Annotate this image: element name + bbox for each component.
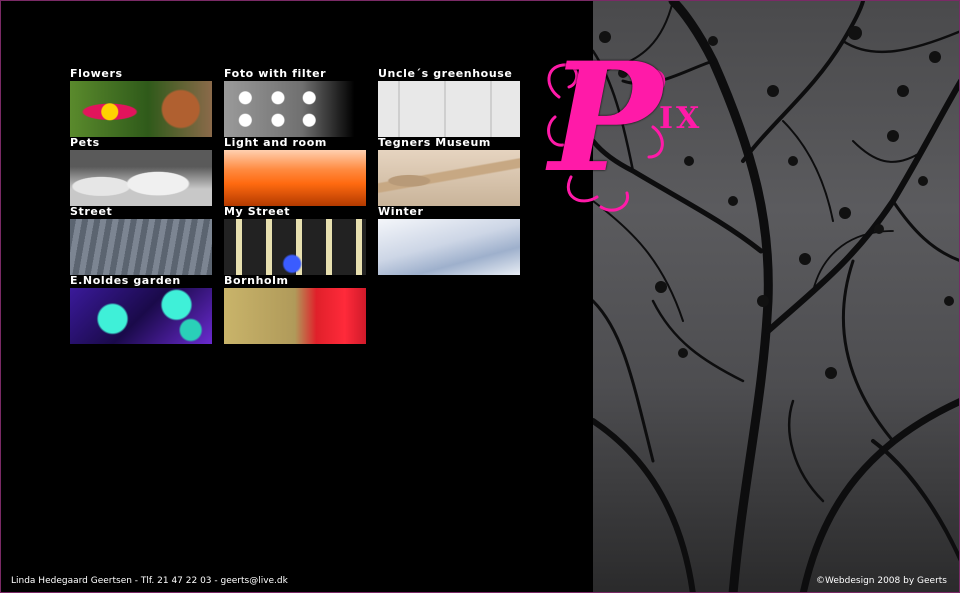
gallery-tile-street[interactable]: Street bbox=[70, 205, 212, 275]
gallery-thumbnail bbox=[378, 150, 520, 206]
gallery-tile-pets[interactable]: Pets bbox=[70, 136, 212, 206]
gallery-thumbnail bbox=[224, 81, 366, 137]
footer-credit: ©Webdesign 2008 by Geerts bbox=[816, 576, 947, 586]
gallery-label: Tegners Museum bbox=[378, 136, 491, 149]
footer-contact: Linda Hedegaard Geertsen - Tlf. 21 47 22… bbox=[11, 576, 288, 586]
gallery-thumbnail bbox=[378, 81, 520, 137]
page-frame: P IX Flowers Foto with filter Uncle´s gr… bbox=[0, 0, 960, 593]
gallery-thumbnail bbox=[224, 219, 366, 275]
gallery-thumbnail bbox=[70, 150, 212, 206]
gallery-thumbnail bbox=[70, 219, 212, 275]
gallery-tile-flowers[interactable]: Flowers bbox=[70, 67, 212, 137]
gallery-thumbnail bbox=[224, 150, 366, 206]
gallery-tile-winter[interactable]: Winter bbox=[378, 205, 520, 275]
site-logo: P IX bbox=[541, 43, 703, 217]
gallery-thumbnail bbox=[70, 81, 212, 137]
gallery-label: Foto with filter bbox=[224, 67, 327, 80]
gallery-label: Light and room bbox=[224, 136, 327, 149]
gallery-tile-light-and-room[interactable]: Light and room bbox=[224, 136, 366, 206]
gallery-tile-tegners-museum[interactable]: Tegners Museum bbox=[378, 136, 520, 206]
gallery-tile-uncles-greenhouse[interactable]: Uncle´s greenhouse bbox=[378, 67, 520, 137]
gallery-label: Flowers bbox=[70, 67, 123, 80]
gallery-thumbnail bbox=[378, 219, 520, 275]
logo-suffix: IX bbox=[659, 101, 703, 136]
gallery-label: Pets bbox=[70, 136, 100, 149]
gallery-tile-e-noldes-garden[interactable]: E.Noldes garden bbox=[70, 274, 212, 344]
gallery-label: E.Noldes garden bbox=[70, 274, 181, 287]
gallery-thumbnail bbox=[70, 288, 212, 344]
gallery-label: My Street bbox=[224, 205, 291, 218]
gallery-thumbnail bbox=[224, 288, 366, 344]
logo-letter-p: P bbox=[549, 30, 662, 206]
gallery-tile-my-street[interactable]: My Street bbox=[224, 205, 366, 275]
gallery-tile-foto-with-filter[interactable]: Foto with filter bbox=[224, 67, 366, 137]
gallery-tile-bornholm[interactable]: Bornholm bbox=[224, 274, 366, 344]
gallery-label: Street bbox=[70, 205, 113, 218]
gallery-label: Bornholm bbox=[224, 274, 289, 287]
gallery-label: Winter bbox=[378, 205, 424, 218]
gallery-label: Uncle´s greenhouse bbox=[378, 67, 513, 80]
